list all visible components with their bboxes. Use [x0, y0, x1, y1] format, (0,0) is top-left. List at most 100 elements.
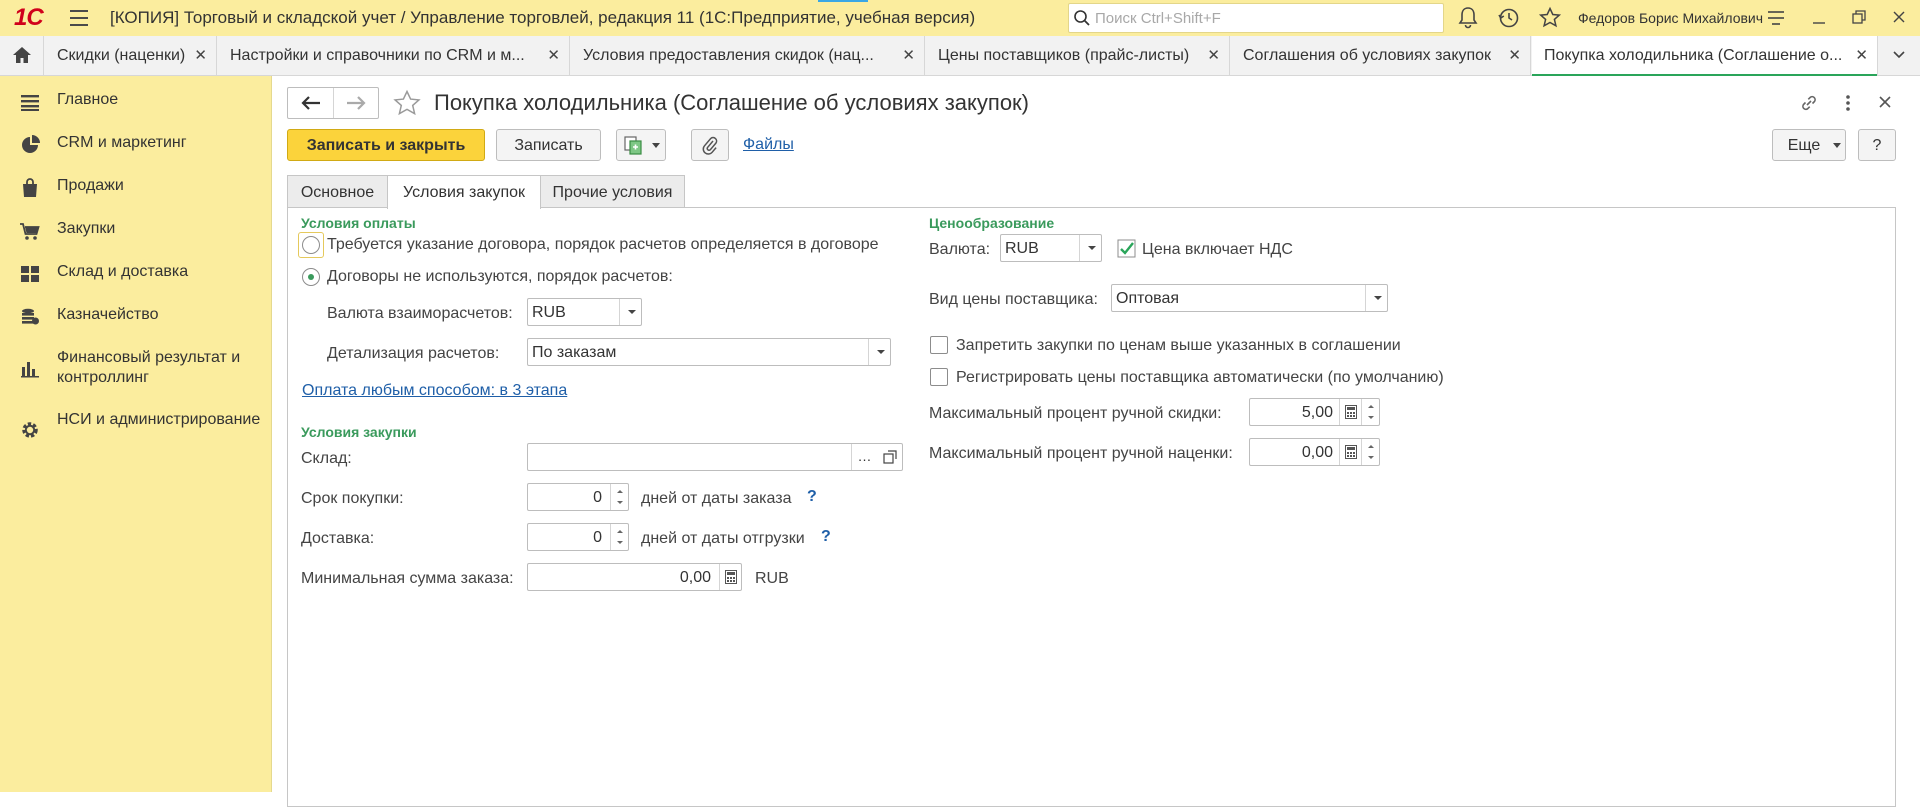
supplier-price-type-field[interactable]: Оптовая: [1111, 284, 1388, 312]
help-button[interactable]: ?: [1858, 129, 1896, 161]
link-icon[interactable]: [1798, 92, 1820, 114]
checkmark-icon: [1117, 239, 1136, 258]
sidebar-item-warehouse[interactable]: Склад и доставка: [0, 262, 270, 286]
button-label: Записать: [514, 137, 583, 154]
tab-discounts[interactable]: Скидки (наценки) ✕: [45, 36, 217, 75]
tab-supplier-prices[interactable]: Цены поставщиков (прайс-листы) ✕: [926, 36, 1230, 75]
tab-purchase-conditions[interactable]: Условия закупок: [387, 175, 541, 209]
save-button[interactable]: Записать: [496, 129, 601, 161]
tab-crm-settings[interactable]: Настройки и справочники по CRM и м... ✕: [218, 36, 570, 75]
close-tab-icon[interactable]: ✕: [902, 46, 915, 64]
tab-purchase-agreements[interactable]: Соглашения об условиях закупок ✕: [1231, 36, 1531, 75]
radio-contract-required-label[interactable]: Требуется указание договора, порядок рас…: [327, 236, 879, 254]
field-value: RUB: [532, 304, 566, 321]
sidebar-item-label: Казначейство: [57, 306, 159, 323]
close-tab-icon[interactable]: ✕: [194, 46, 207, 64]
radio-no-contracts-label[interactable]: Договоры не используются, порядок расчет…: [327, 268, 673, 286]
field-value: RUB: [1005, 240, 1039, 257]
purchase-term-label: Срок покупки:: [301, 490, 404, 507]
forbid-higher-prices-checkbox[interactable]: [930, 336, 948, 354]
calculator-icon[interactable]: [1339, 399, 1361, 425]
favorites-star-icon[interactable]: [1538, 6, 1562, 30]
settings-lines-icon[interactable]: [1766, 9, 1786, 27]
chevron-down-icon[interactable]: [619, 299, 641, 325]
sidebar-item-purchases[interactable]: Закупки: [0, 219, 270, 243]
paperclip-icon: [702, 136, 718, 155]
radio-no-contracts[interactable]: [302, 268, 320, 286]
restore-icon[interactable]: [1852, 10, 1866, 24]
bell-icon[interactable]: [1457, 6, 1479, 30]
open-window-icon[interactable]: [883, 450, 897, 464]
calculator-icon[interactable]: [719, 564, 741, 590]
forbid-higher-prices-label[interactable]: Запретить закупки по ценам выше указанны…: [956, 337, 1401, 355]
help-question-icon[interactable]: ?: [807, 488, 817, 506]
close-tab-icon[interactable]: ✕: [547, 46, 560, 64]
close-tab-icon[interactable]: ✕: [1207, 46, 1220, 64]
create-based-on-button[interactable]: [616, 129, 666, 161]
max-markup-field[interactable]: 0,00: [1249, 438, 1380, 466]
warehouse-icon: [21, 266, 39, 282]
auto-register-prices-checkbox[interactable]: [930, 368, 948, 386]
sidebar-item-crm[interactable]: CRM и маркетинг: [0, 133, 270, 157]
chevron-down-icon[interactable]: [1079, 235, 1101, 261]
user-name[interactable]: Федоров Борис Михайлович: [1578, 10, 1763, 26]
tab-other-conditions[interactable]: Прочие условия: [540, 175, 685, 208]
warehouse-field[interactable]: …: [527, 443, 903, 471]
purchase-term-field[interactable]: 0: [527, 483, 629, 511]
min-order-sum-field[interactable]: 0,00: [527, 563, 742, 591]
delivery-field[interactable]: 0: [527, 523, 629, 551]
auto-register-prices-label[interactable]: Регистрировать цены поставщика автоматич…: [956, 369, 1444, 387]
supplier-price-type-label: Вид цены поставщика:: [929, 291, 1098, 308]
chevron-down-icon[interactable]: [1365, 285, 1387, 311]
field-value: 0,00: [1301, 444, 1333, 461]
radio-contract-required[interactable]: [302, 236, 320, 254]
1c-logo: 1С: [14, 4, 44, 31]
history-icon[interactable]: [1497, 6, 1521, 30]
close-tab-icon[interactable]: ✕: [1855, 46, 1868, 64]
stepper-icon[interactable]: [610, 524, 628, 550]
select-ellipsis-icon[interactable]: …: [851, 444, 877, 470]
stepper-icon[interactable]: [610, 484, 628, 510]
home-tab[interactable]: [0, 36, 44, 75]
pricing-currency-field[interactable]: RUB: [1000, 234, 1102, 262]
tab-main[interactable]: Основное: [287, 175, 388, 208]
settlement-detail-field[interactable]: По заказам: [527, 338, 891, 366]
sidebar-item-sales[interactable]: Продажи: [0, 176, 270, 200]
forward-arrow-icon[interactable]: [345, 95, 367, 111]
save-and-close-button[interactable]: Записать и закрыть: [287, 129, 485, 161]
payment-schedule-link[interactable]: Оплата любым способом: в 3 этапа: [302, 382, 567, 400]
close-form-icon[interactable]: [1878, 95, 1892, 109]
main-menu-icon[interactable]: [70, 10, 88, 26]
stepper-icon[interactable]: [1361, 399, 1379, 425]
max-markup-label: Максимальный процент ручной наценки:: [929, 445, 1233, 462]
chevron-down-icon[interactable]: [1892, 48, 1906, 62]
max-discount-field[interactable]: 5,00: [1249, 398, 1380, 426]
stepper-icon[interactable]: [1361, 439, 1379, 465]
chevron-down-icon[interactable]: [868, 339, 890, 365]
settlement-currency-field[interactable]: RUB: [527, 298, 642, 326]
search-input[interactable]: Поиск Ctrl+Shift+F: [1068, 3, 1444, 33]
tab-fridge-purchase[interactable]: Покупка холодильника (Соглашение о... ✕: [1532, 36, 1878, 76]
close-window-icon[interactable]: [1892, 10, 1906, 24]
vat-included-label[interactable]: Цена включает НДС: [1142, 241, 1293, 259]
files-link[interactable]: Файлы: [743, 136, 794, 154]
more-vertical-icon[interactable]: [1840, 93, 1856, 113]
sidebar-item-main[interactable]: Главное: [0, 90, 270, 114]
help-question-icon[interactable]: ?: [821, 528, 831, 546]
sidebar-item-treasury[interactable]: Казначейство: [0, 305, 270, 329]
sidebar-item-label: Главное: [57, 91, 119, 108]
list-icon: [21, 95, 39, 111]
attach-file-button[interactable]: [691, 129, 729, 161]
minimize-icon[interactable]: [1812, 10, 1826, 26]
sidebar-item-admin[interactable]: НСИ и администрирование: [0, 410, 270, 454]
close-tab-icon[interactable]: ✕: [1508, 46, 1521, 64]
sidebar-item-finance[interactable]: Финансовый результат и контроллинг: [0, 348, 270, 392]
tab-label: Основное: [300, 184, 375, 201]
back-arrow-icon[interactable]: [300, 95, 322, 111]
more-button[interactable]: Еще: [1772, 129, 1846, 161]
tab-discount-conditions[interactable]: Условия предоставления скидок (нац... ✕: [571, 36, 925, 75]
calculator-icon[interactable]: [1339, 439, 1361, 465]
field-value: Оптовая: [1116, 290, 1180, 307]
favorite-star-icon[interactable]: [392, 89, 422, 119]
vat-included-checkbox[interactable]: [1117, 239, 1136, 258]
